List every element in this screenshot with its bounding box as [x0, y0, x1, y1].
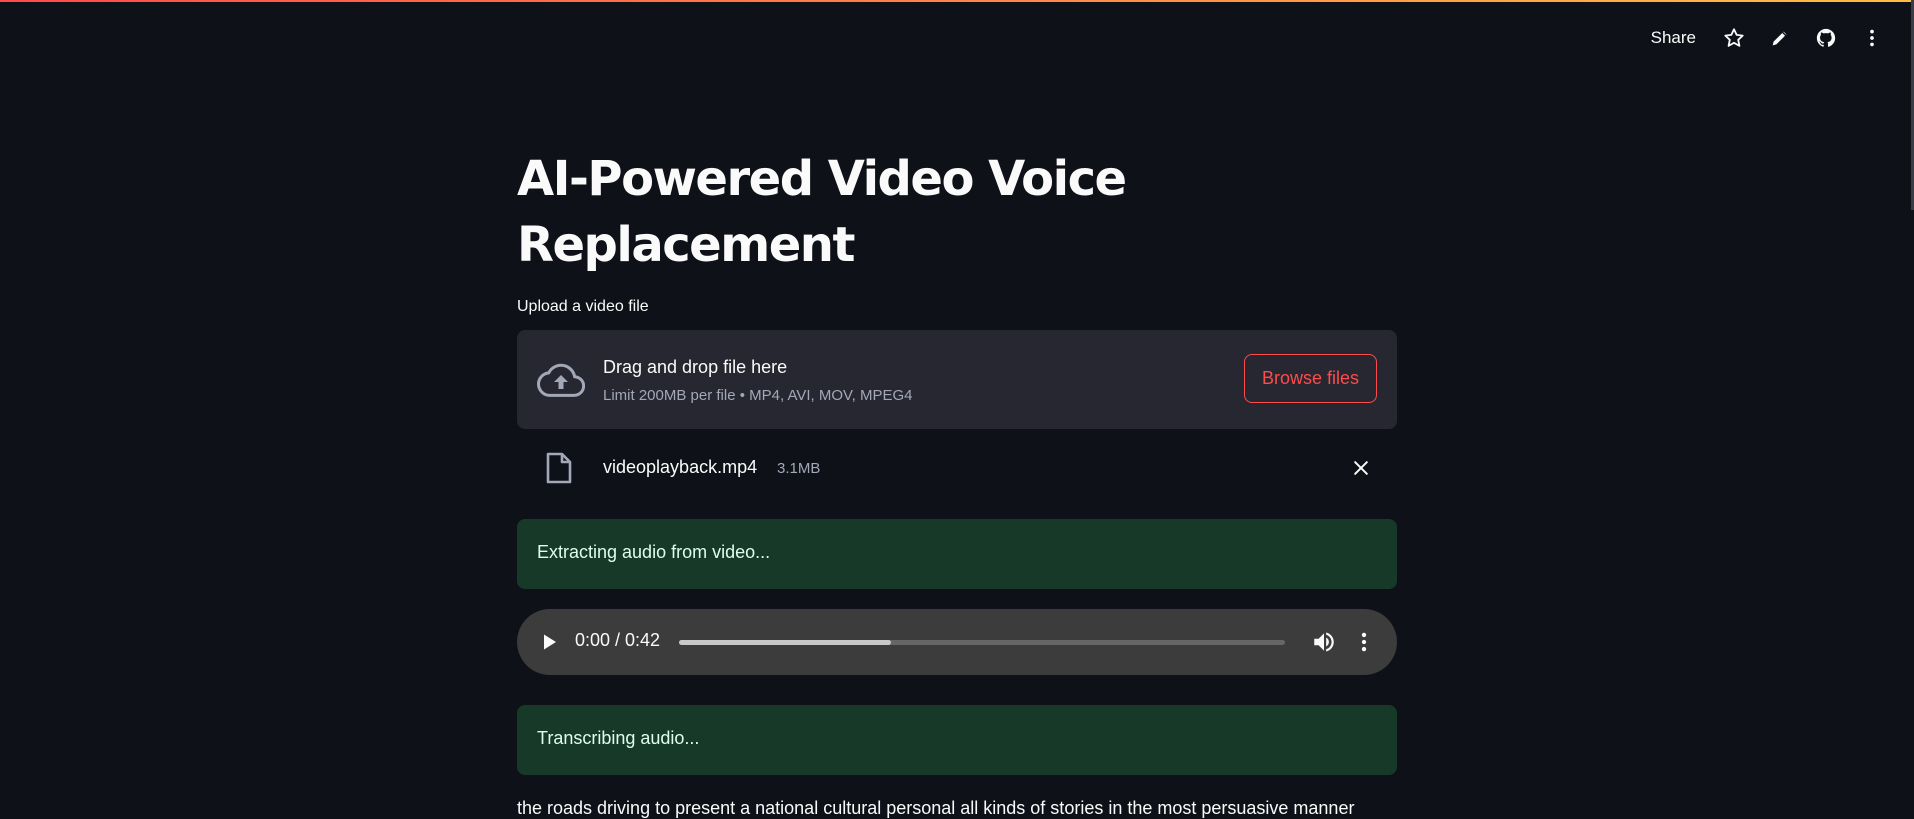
close-icon: [1354, 461, 1368, 475]
page-title: AI-Powered Video Voice Replacement: [517, 151, 1127, 273]
uploaded-file-row: videoplayback.mp4 3.1MB: [517, 448, 1397, 488]
share-button[interactable]: Share: [1651, 28, 1696, 48]
top-accent-bar: [0, 0, 1914, 2]
audio-player: 0:00 / 0:42: [517, 609, 1397, 675]
app-toolbar: Share: [1651, 26, 1884, 50]
play-icon[interactable]: [537, 630, 561, 654]
dropzone-title: Drag and drop file here: [603, 357, 788, 377]
status-extracting-alert: Extracting audio from video...: [517, 519, 1397, 589]
seek-buffered: [679, 640, 892, 645]
file-dropzone[interactable]: Drag and drop file here Limit 200MB per …: [517, 330, 1397, 429]
file-name: videoplayback.mp4: [603, 457, 758, 477]
kebab-menu-icon[interactable]: [1860, 26, 1884, 50]
star-icon[interactable]: [1722, 26, 1746, 50]
pencil-icon[interactable]: [1768, 26, 1792, 50]
audio-time: 0:00 / 0:42: [575, 630, 661, 650]
dropzone-subtitle: Limit 200MB per file • MP4, AVI, MOV, MP…: [603, 387, 913, 404]
file-size: 3.1MB: [777, 460, 821, 477]
seek-bar[interactable]: [679, 640, 1285, 645]
upload-label: Upload a video file: [517, 298, 649, 315]
browse-files-button[interactable]: Browse files: [1244, 354, 1377, 403]
status-transcribing-alert: Transcribing audio...: [517, 705, 1397, 775]
file-icon: [546, 452, 572, 484]
remove-file-button[interactable]: [1349, 456, 1373, 480]
github-icon[interactable]: [1814, 26, 1838, 50]
more-options-icon[interactable]: [1351, 629, 1377, 655]
volume-icon[interactable]: [1311, 629, 1337, 655]
cloud-upload-icon: [537, 363, 585, 397]
